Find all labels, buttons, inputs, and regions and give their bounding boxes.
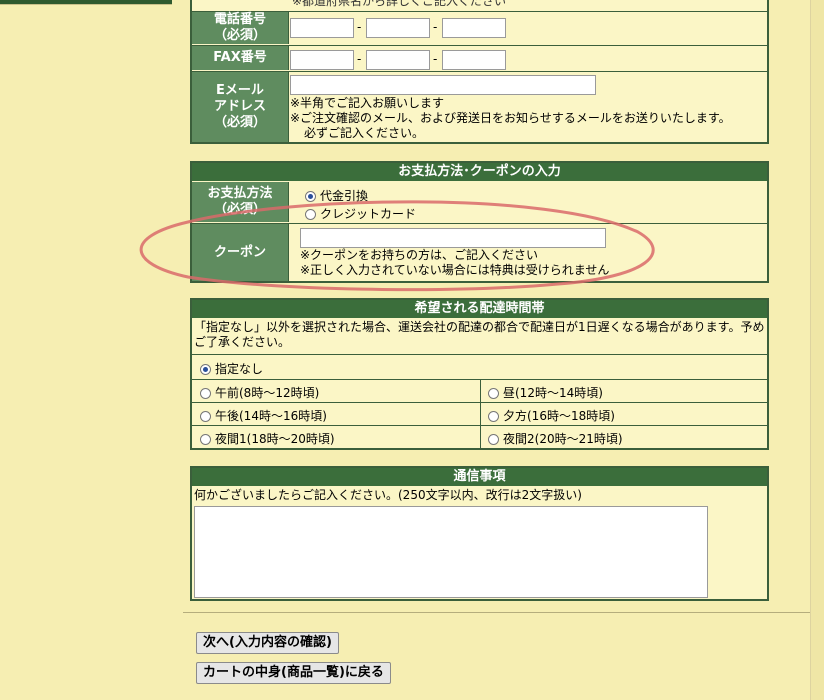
delivery-noon[interactable]: 昼(12時～14時頃) [488,384,603,401]
fax-input-1[interactable] [290,50,354,70]
email-note-2: ※ご注文確認のメール、および発送日をお知らせするメールをお送りいたします。 [290,111,731,125]
back-to-cart-button[interactable]: カートの中身(商品一覧)に戻る [196,662,391,684]
phone-input-2[interactable] [366,18,430,38]
radio-night1-icon[interactable] [200,434,211,445]
delivery-night2[interactable]: 夜間2(20時～21時頃) [488,430,623,447]
fax-input-2[interactable] [366,50,430,70]
delivery-none[interactable]: 指定なし [200,360,263,377]
email-label: Eメール アドレス （必須） [192,72,289,142]
phone-input-1[interactable] [290,18,354,38]
radio-noon-icon[interactable] [488,388,499,399]
scrollbar-track[interactable] [810,0,824,700]
fax-input-3[interactable] [442,50,506,70]
delivery-time-box: 希望される配達時間帯 「指定なし」以外を選択された場合、運送会社の配達の都合で配… [190,298,769,450]
divider [183,612,810,613]
fax-label: FAX番号 [192,46,289,70]
delivery-notice-2: ご了承ください。 [194,335,291,349]
email-note-3: 必ずご記入ください。 [304,126,425,140]
message-textarea[interactable] [194,506,708,598]
radio-evening-icon[interactable] [488,411,499,422]
message-title: 通信事項 [192,468,767,486]
payment-title: お支払方法･クーポンの入力 [192,163,767,181]
left-nav-edge [0,0,172,5]
address-note: ※都道府県名から詳しくご記入ください [292,0,507,8]
email-input[interactable] [290,75,596,95]
email-note-1: ※半角でご記入お願いします [290,96,445,110]
delivery-notice: 「指定なし」以外を選択された場合、運送会社の配達の都合で配達日が1日遅くなる場合… [194,320,765,334]
phone-label: 電話番号 （必須） [192,12,289,44]
highlight-ellipse [139,200,655,292]
radio-none-icon[interactable] [200,364,211,375]
radio-morning-icon[interactable] [200,388,211,399]
delivery-title: 希望される配達時間帯 [192,300,767,318]
radio-afternoon-icon[interactable] [200,411,211,422]
delivery-morning[interactable]: 午前(8時～12時頃) [200,384,319,401]
delivery-afternoon[interactable]: 午後(14時～16時頃) [200,407,327,424]
delivery-night1[interactable]: 夜間1(18時～20時頃) [200,430,335,447]
phone-input-3[interactable] [442,18,506,38]
radio-night2-icon[interactable] [488,434,499,445]
message-instruction: 何かございましたらご記入ください。(250文字以内、改行は2文字扱い) [194,488,582,502]
delivery-evening[interactable]: 夕方(16時～18時頃) [488,407,615,424]
message-box: 通信事項 何かございましたらご記入ください。(250文字以内、改行は2文字扱い) [190,466,769,601]
next-button[interactable]: 次へ(入力内容の確認) [196,632,339,654]
contact-info-box: ※都道府県名から詳しくご記入ください 電話番号 （必須） - - FAX番号 -… [190,0,769,144]
